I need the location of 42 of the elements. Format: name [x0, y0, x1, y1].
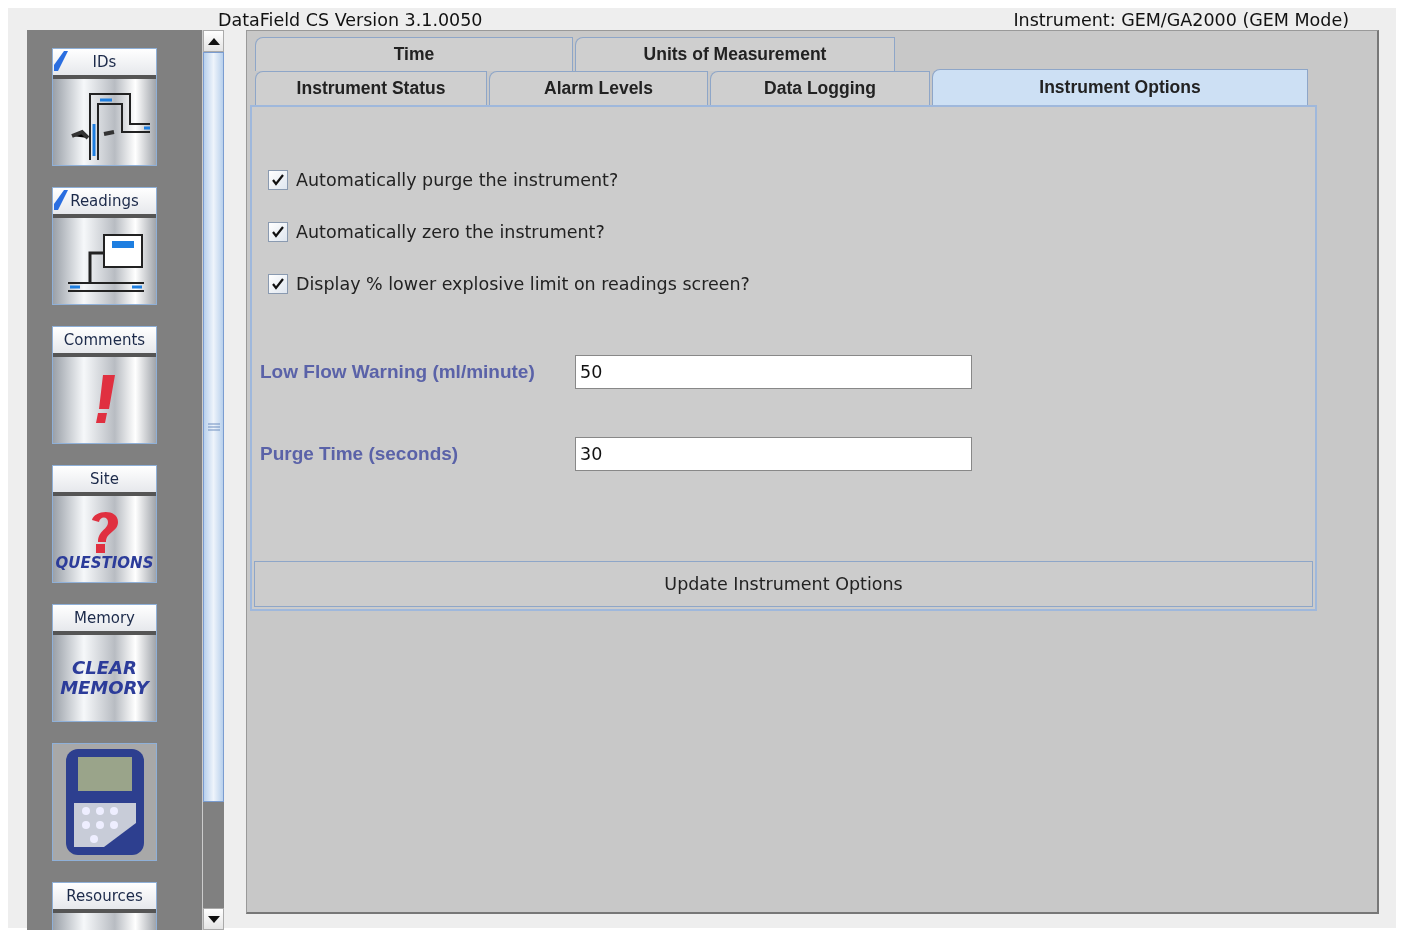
sidebar-tile[interactable]	[52, 743, 157, 861]
tab[interactable]: Units of Measurement	[575, 37, 895, 71]
input-field[interactable]: 30	[575, 437, 972, 471]
update-button[interactable]: Update Instrument Options	[254, 561, 1313, 607]
exclamation-icon	[94, 375, 115, 425]
sidebar-tile[interactable]: Resources	[52, 882, 157, 930]
checkbox-label: Automatically zero the instrument?	[296, 222, 605, 242]
checkbox-label: Display % lower explosive limit on readings screen?	[296, 274, 750, 294]
tab[interactable]: Alarm Levels	[489, 71, 708, 105]
sidebar-tile[interactable]: IDs	[52, 48, 157, 166]
checkbox-label: Automatically purge the instrument?	[296, 170, 619, 190]
sidebar-tile[interactable]: Memory CLEAR MEMORY	[52, 604, 157, 722]
instrument-label: Instrument: GEM/GA2000 (GEM Mode)	[1013, 10, 1349, 30]
sidebar-tile[interactable]: Comments	[52, 326, 157, 444]
tile-picture-text: MEMORY	[60, 679, 149, 697]
app-version-title: DataField CS Version 3.1.0050	[218, 10, 483, 30]
checkbox[interactable]	[268, 222, 288, 242]
field-label: Purge Time (seconds)	[260, 443, 460, 465]
handheld-device-icon	[63, 747, 146, 857]
tab[interactable]: Instrument Options	[932, 69, 1308, 105]
down-arrow-icon	[207, 915, 220, 923]
tile-label: Site	[90, 470, 119, 488]
input-field[interactable]: 50	[575, 355, 972, 389]
checkbox[interactable]	[268, 170, 288, 190]
tab[interactable]: Time	[255, 37, 573, 71]
sidebar-tile[interactable]: Site QUESTIONS	[52, 465, 157, 583]
scroll-down-button[interactable]	[203, 908, 224, 930]
scrollbar-thumb[interactable]	[203, 52, 224, 802]
tab[interactable]: Instrument Status	[255, 71, 487, 105]
tile-label: Comments	[63, 331, 146, 349]
checkbox[interactable]	[268, 274, 288, 294]
tile-label: Resources	[66, 887, 143, 905]
scroll-up-button[interactable]	[203, 30, 224, 52]
tile-label: Readings	[70, 192, 139, 210]
tile-picture-text: CLEAR	[72, 659, 137, 677]
tile-label: IDs	[92, 53, 117, 71]
tab[interactable]: Data Logging	[710, 71, 930, 105]
up-arrow-icon	[207, 37, 220, 45]
sidebar-tile[interactable]: Readings	[52, 187, 157, 305]
tile-label: Memory	[74, 609, 135, 627]
tile-picture-text: QUESTIONS	[55, 555, 154, 571]
field-label: Low Flow Warning (ml/minute)	[260, 361, 536, 383]
